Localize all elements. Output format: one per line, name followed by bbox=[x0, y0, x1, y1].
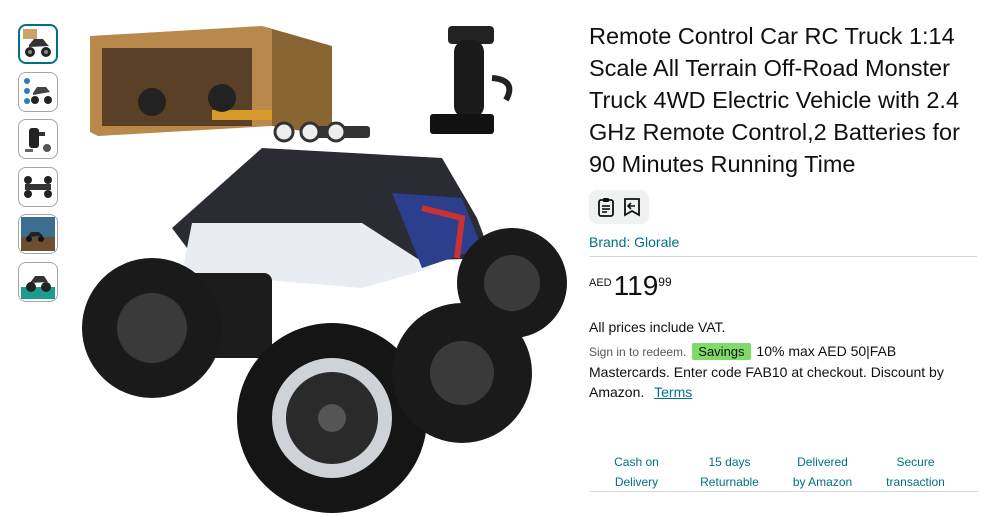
remote-control-icon bbox=[430, 26, 513, 134]
feature-line: Delivered bbox=[797, 455, 848, 469]
truck-green-thumb-icon bbox=[21, 275, 55, 299]
thumbnail-2[interactable] bbox=[18, 71, 58, 112]
feature-line: Delivery bbox=[614, 475, 659, 489]
savings-badge: Savings bbox=[692, 343, 751, 360]
chassis-thumb-icon bbox=[24, 175, 52, 198]
divider bbox=[589, 256, 977, 257]
signin-to-redeem[interactable]: Sign in to redeem. bbox=[589, 345, 686, 359]
thumbnail-1[interactable] bbox=[18, 24, 58, 64]
action-icons bbox=[589, 190, 649, 224]
feature-line: transaction bbox=[886, 475, 945, 489]
feature-line: Returnable bbox=[700, 475, 759, 489]
monster-truck-image bbox=[82, 26, 567, 513]
truck-thumb-icon bbox=[23, 29, 51, 57]
remote-thumb-icon bbox=[25, 128, 51, 152]
share-icon[interactable] bbox=[621, 196, 643, 218]
thumbnail-3[interactable] bbox=[18, 119, 58, 159]
thumbnail-4[interactable] bbox=[18, 166, 58, 207]
terrain-thumb-icon bbox=[21, 217, 55, 251]
clipboard-icon[interactable] bbox=[595, 196, 617, 218]
feature-returnable[interactable]: 15 days Returnable bbox=[683, 452, 776, 492]
features-divider bbox=[590, 491, 978, 492]
price-whole: 119 bbox=[613, 270, 659, 301]
product-details: Remote Control Car RC Truck 1:14 Scale A… bbox=[589, 20, 981, 402]
feature-cash-on-delivery[interactable]: Cash on Delivery bbox=[590, 452, 683, 492]
product-title: Remote Control Car RC Truck 1:14 Scale A… bbox=[589, 23, 960, 177]
thumbnail-5[interactable] bbox=[18, 214, 58, 254]
thumbnail-6[interactable] bbox=[18, 261, 58, 302]
terms-link[interactable]: Terms bbox=[654, 384, 692, 400]
feature-line: Secure bbox=[896, 455, 935, 469]
thumbnail-strip bbox=[18, 24, 58, 309]
vat-note: All prices include VAT. bbox=[589, 319, 726, 335]
price-currency: AED bbox=[589, 277, 612, 289]
price: AED 119 99 bbox=[589, 271, 981, 301]
main-product-image[interactable] bbox=[62, 18, 572, 516]
feature-line: 15 days bbox=[708, 455, 751, 469]
promo-block: Sign in to redeem. Savings 10% max AED 5… bbox=[589, 341, 981, 402]
feature-line: by Amazon bbox=[792, 475, 853, 489]
brand-link[interactable]: Brand: Glorale bbox=[589, 234, 981, 250]
truck-features-thumb-icon bbox=[24, 77, 52, 104]
delivery-features: Cash on Delivery 15 days Returnable Deli… bbox=[590, 452, 964, 492]
feature-line: Cash on bbox=[614, 455, 659, 469]
price-fraction: 99 bbox=[658, 275, 672, 289]
product-box-icon bbox=[90, 26, 332, 136]
feature-secure-transaction[interactable]: Secure transaction bbox=[869, 452, 962, 492]
feature-delivered-by-amazon[interactable]: Delivered by Amazon bbox=[776, 452, 869, 492]
